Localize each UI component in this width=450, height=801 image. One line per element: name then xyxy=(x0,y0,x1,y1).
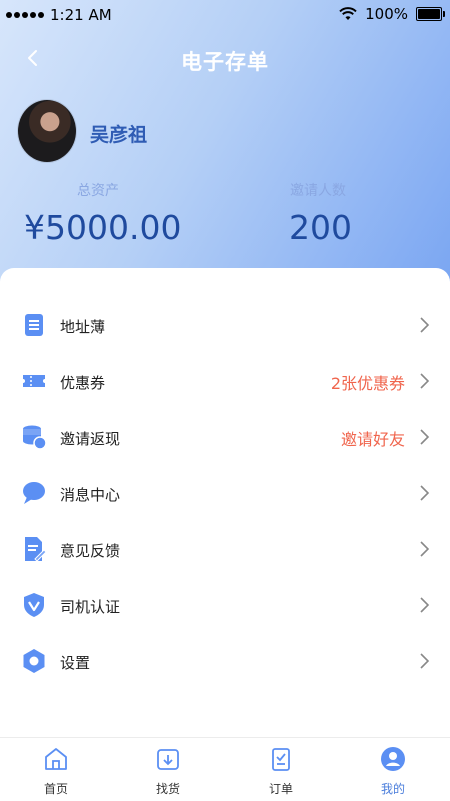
chevron-right-icon xyxy=(420,541,430,557)
tab-label: 找货 xyxy=(155,782,180,796)
message-bubble-icon xyxy=(23,482,45,504)
menu-label: 地址薄 xyxy=(60,318,106,336)
menu-item-feedback[interactable]: 意见反馈 xyxy=(0,523,450,577)
total-assets-value: ¥5000.00 xyxy=(24,208,182,247)
wifi-icon xyxy=(339,7,357,20)
tab-label: 我的 xyxy=(380,782,405,796)
home-icon xyxy=(45,748,67,770)
feedback-document-icon xyxy=(25,537,47,562)
menu-label: 设置 xyxy=(60,654,91,672)
coupon-count: 2张优惠券 xyxy=(330,374,405,393)
tab-home[interactable]: 首页 xyxy=(0,738,112,801)
download-box-icon xyxy=(157,749,179,770)
menu-label: 意见反馈 xyxy=(60,542,121,560)
menu-label: 邀请返现 xyxy=(60,430,121,448)
menu-item-address-book[interactable]: 地址薄 xyxy=(0,299,450,353)
menu-item-invite-cashback[interactable]: 邀请返现 邀请好友 xyxy=(0,411,450,465)
menu-item-message-center[interactable]: 消息中心 xyxy=(0,467,450,521)
menu-label: 司机认证 xyxy=(60,598,121,616)
menu-label: 消息中心 xyxy=(60,486,121,504)
tab-mine[interactable]: 我的 xyxy=(337,738,449,801)
shield-v-icon xyxy=(24,593,44,617)
invite-count-label: 邀请人数 xyxy=(290,183,346,199)
status-bar: 1:21 AM 100% xyxy=(0,0,450,30)
order-clipboard-icon xyxy=(272,748,290,771)
user-profile-icon xyxy=(381,747,405,771)
user-name: 吴彦祖 xyxy=(90,124,148,146)
address-book-icon xyxy=(25,314,43,336)
signal-dots-icon xyxy=(6,12,44,18)
total-assets-label: 总资产 xyxy=(77,183,119,199)
chevron-right-icon xyxy=(420,373,430,389)
status-time: 1:21 AM xyxy=(50,6,112,24)
tab-orders[interactable]: 订单 xyxy=(225,738,337,801)
chevron-right-icon xyxy=(420,429,430,445)
bottom-tab-bar: 首页 找货 订单 我的 xyxy=(0,737,450,801)
tab-label: 订单 xyxy=(268,782,293,796)
menu-item-coupons[interactable]: 优惠券 2张优惠券 xyxy=(0,355,450,409)
chevron-right-icon xyxy=(420,653,430,669)
battery-level-fill xyxy=(418,9,440,19)
chevron-right-icon xyxy=(420,317,430,333)
battery-percent: 100% xyxy=(365,5,408,23)
avatar[interactable] xyxy=(18,100,76,162)
menu-label: 优惠券 xyxy=(60,374,106,392)
chevron-right-icon xyxy=(420,485,430,501)
menu-item-settings[interactable]: 设置 xyxy=(0,635,450,689)
invite-count-value: 200 xyxy=(289,208,352,247)
tab-find-goods[interactable]: 找货 xyxy=(112,738,224,801)
coupon-icon xyxy=(23,375,45,387)
tab-label: 首页 xyxy=(43,782,68,796)
menu-item-driver-certification[interactable]: 司机认证 xyxy=(0,579,450,633)
coins-icon xyxy=(23,425,47,450)
chevron-right-icon xyxy=(420,597,430,613)
menu-card: 地址薄 优惠券 2张优惠券 邀请返现 邀请好友 消息中心 意见反馈 司机认证 设… xyxy=(0,268,450,738)
battery-icon xyxy=(416,7,445,21)
page-title: 电子存单 xyxy=(181,50,269,74)
settings-hexagon-icon xyxy=(23,649,45,673)
nav-bar: 电子存单 xyxy=(0,38,450,78)
invite-friends-link: 邀请好友 xyxy=(340,430,405,449)
